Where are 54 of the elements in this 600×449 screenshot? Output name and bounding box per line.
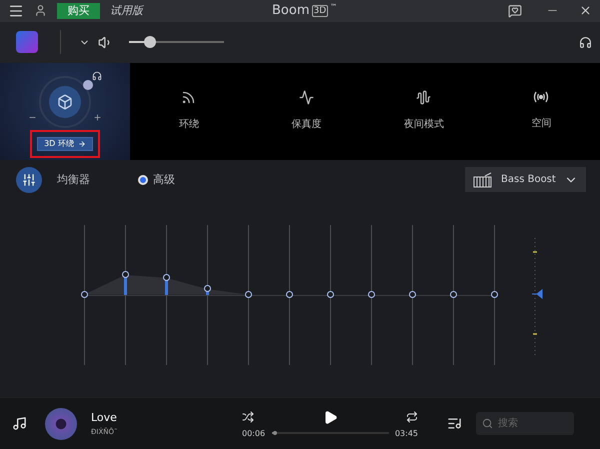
user-icon[interactable] bbox=[34, 4, 47, 18]
headphones-icon bbox=[92, 70, 102, 81]
progress-thumb[interactable] bbox=[273, 431, 277, 436]
total-time: 03:45 bbox=[394, 428, 418, 438]
pulse-icon bbox=[298, 90, 314, 105]
app-logo-icon[interactable] bbox=[16, 31, 38, 54]
eq-band-handle[interactable] bbox=[409, 291, 416, 298]
music-note-icon[interactable] bbox=[12, 416, 27, 432]
title-badge: 3D bbox=[312, 4, 328, 16]
trial-label: 试用版 bbox=[110, 3, 143, 18]
eq-band-handle[interactable] bbox=[122, 271, 129, 278]
eq-band-handle[interactable] bbox=[163, 274, 170, 282]
speaker-waves-icon bbox=[532, 90, 550, 104]
signal-waves-icon bbox=[181, 90, 196, 105]
eq-band-handle[interactable] bbox=[491, 291, 498, 298]
keyboard-icon bbox=[473, 172, 493, 188]
album-art bbox=[45, 408, 77, 440]
search-field[interactable]: 搜索 bbox=[476, 412, 574, 436]
app-title: Boom bbox=[272, 3, 310, 18]
dial-knob[interactable] bbox=[83, 80, 93, 90]
volume-thumb[interactable] bbox=[144, 36, 156, 48]
eq-band-handle[interactable] bbox=[450, 291, 457, 298]
playlist-button[interactable] bbox=[447, 416, 462, 432]
menu-icon[interactable] bbox=[8, 2, 24, 19]
search-icon bbox=[482, 418, 493, 430]
eq-band-handle[interactable] bbox=[327, 291, 334, 298]
effect-option[interactable]: 夜间模式 bbox=[365, 62, 482, 160]
elapsed-time: 00:06 bbox=[242, 428, 266, 438]
play-button[interactable] bbox=[322, 410, 338, 425]
eq-band-handle[interactable] bbox=[204, 285, 211, 292]
headphones-icon[interactable] bbox=[579, 36, 592, 49]
arrow-right-icon bbox=[78, 140, 86, 148]
effect-option[interactable]: 保真度 bbox=[248, 62, 365, 160]
equalizer-icon[interactable] bbox=[16, 166, 42, 193]
surround-dial[interactable] bbox=[39, 76, 91, 128]
plus-icon[interactable] bbox=[93, 112, 102, 122]
equalizer-title: 均衡器 bbox=[57, 172, 90, 188]
effect-option[interactable]: 环绕 bbox=[130, 62, 248, 160]
eq-band-handle[interactable] bbox=[81, 291, 88, 298]
advanced-radio[interactable]: 高级 bbox=[138, 172, 175, 188]
shuffle-button[interactable] bbox=[242, 411, 254, 424]
song-title: Love bbox=[91, 411, 118, 424]
surround-button[interactable]: 3D 环绕 bbox=[37, 136, 93, 151]
wave-icon bbox=[416, 90, 432, 105]
cube-icon bbox=[57, 94, 73, 110]
close-icon[interactable] bbox=[579, 4, 592, 18]
buy-button[interactable]: 购买 bbox=[57, 2, 100, 19]
eq-band-handle[interactable] bbox=[245, 291, 252, 298]
feedback-icon[interactable] bbox=[508, 4, 522, 18]
preset-dropdown[interactable]: Bass Boost bbox=[465, 167, 586, 192]
repeat-button[interactable] bbox=[406, 411, 418, 424]
eq-band-handle[interactable] bbox=[368, 291, 375, 298]
effect-option[interactable]: 空间 bbox=[482, 62, 600, 160]
eq-band-handle[interactable] bbox=[286, 291, 293, 298]
